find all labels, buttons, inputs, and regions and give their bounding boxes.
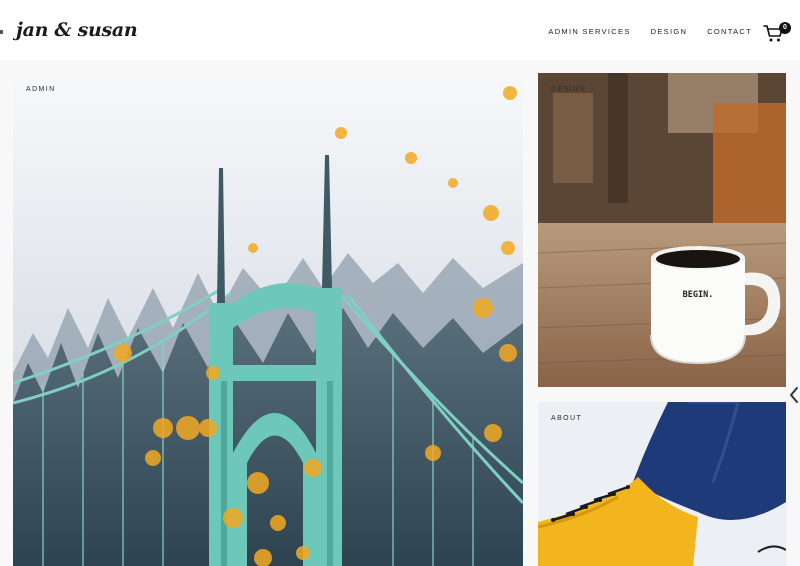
cart-button[interactable]: 0 — [763, 22, 791, 44]
cart-count-badge: 0 — [779, 22, 791, 34]
tile-admin-label: ADMIN — [26, 86, 56, 93]
boot-image — [538, 402, 786, 566]
chevron-left-icon — [790, 387, 798, 403]
bridge-image — [13, 73, 523, 566]
site-logo[interactable]: jan & susan — [16, 19, 138, 41]
nav-admin-services[interactable]: ADMIN SERVICES — [548, 27, 630, 36]
nav-design[interactable]: DESIGN — [651, 27, 688, 36]
tile-design[interactable]: BEGIN. DESIGN — [538, 73, 786, 387]
site-header: jan & susan ADMIN SERVICES DESIGN CONTAC… — [0, 0, 800, 60]
mug-text: BEGIN. — [683, 290, 714, 300]
main-nav: ADMIN SERVICES DESIGN CONTACT — [548, 27, 752, 36]
nav-contact[interactable]: CONTACT — [707, 27, 752, 36]
tile-design-label: DESIGN — [551, 86, 587, 93]
tile-about-label: ABOUT — [551, 415, 583, 422]
scroll-arrow-button[interactable] — [788, 386, 800, 404]
coffee-mug-image: BEGIN. — [538, 73, 786, 387]
tile-about[interactable]: ABOUT — [538, 402, 786, 566]
tile-admin[interactable]: ADMIN — [13, 73, 523, 566]
edge-mark — [0, 30, 3, 34]
